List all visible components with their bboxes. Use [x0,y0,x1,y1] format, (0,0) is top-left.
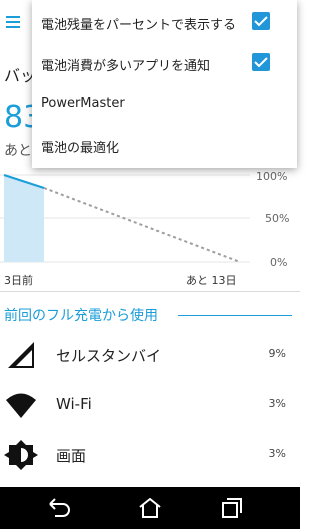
divider [0,291,300,292]
checkbox-checked[interactable] [252,12,270,30]
menu-item-battery-optimization[interactable]: 電池の最適化 [32,125,297,165]
overflow-menu: 電池残量をパーセントで表示する 電池消費が多いアプリを通知 PowerMaste… [32,0,297,168]
checkmark-icon [254,16,268,27]
section-rule [178,315,292,316]
y-tick-label: 100% [256,170,288,183]
list-item-percent: 9% [268,347,286,360]
list-item-percent: 3% [268,447,286,460]
checkmark-icon [254,57,268,68]
x-axis-end-label: あと 13日 [186,274,237,287]
menu-item-label: 電池残量をパーセントで表示する [41,18,237,33]
past-usage-area [4,175,44,262]
list-item-name: セルスタンバイ [56,347,162,365]
back-icon[interactable] [46,496,72,520]
list-item[interactable]: 画面 3% [0,431,300,479]
list-item-name: 画面 [56,447,87,465]
checkbox-checked[interactable] [252,53,270,71]
list-item-percent: 3% [268,397,286,410]
section-title: 前回のフル充電から使用 [4,308,158,324]
menu-item-label: 電池消費が多いアプリを通知 [41,59,211,74]
menu-item-label: PowerMaster [41,96,125,111]
y-tick-label: 50% [265,212,290,225]
navigation-bar [0,487,300,529]
hamburger-menu-icon[interactable] [3,10,27,34]
x-axis-start-label: 3日前 [4,274,33,287]
wifi-icon [6,393,36,418]
menu-item-label: 電池の最適化 [41,141,120,156]
list-item-name: Wi-Fi [56,395,92,413]
menu-item-powermaster[interactable]: PowerMaster [32,84,297,124]
remaining-time-label: あと [4,143,32,159]
y-tick-label: 0% [270,256,288,269]
list-item[interactable]: Wi-Fi 3% [0,381,300,429]
home-icon[interactable] [137,496,163,520]
menu-item-notify-heavy-apps[interactable]: 電池消費が多いアプリを通知 [32,43,297,83]
projected-usage-line [43,187,241,263]
battery-usage-graph [0,174,250,263]
list-item[interactable]: セルスタンバイ 9% [0,331,300,379]
recents-icon[interactable] [219,496,245,520]
brightness-icon [4,440,38,470]
cell-signal-icon [8,342,34,368]
menu-item-show-percentage[interactable]: 電池残量をパーセントで表示する [32,2,297,42]
